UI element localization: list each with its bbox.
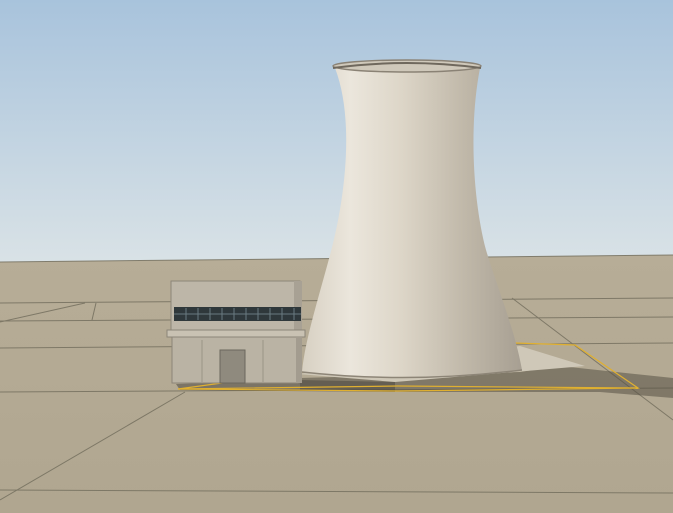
building-lower-side xyxy=(296,337,302,383)
building-door xyxy=(219,349,246,384)
3d-viewport[interactable] xyxy=(0,0,673,513)
utility-building xyxy=(166,280,306,384)
building-upper-block xyxy=(170,280,301,331)
scene-canvas xyxy=(0,0,673,513)
building-upper-side xyxy=(294,281,302,330)
building-ledge xyxy=(166,329,306,338)
sky xyxy=(0,0,673,262)
